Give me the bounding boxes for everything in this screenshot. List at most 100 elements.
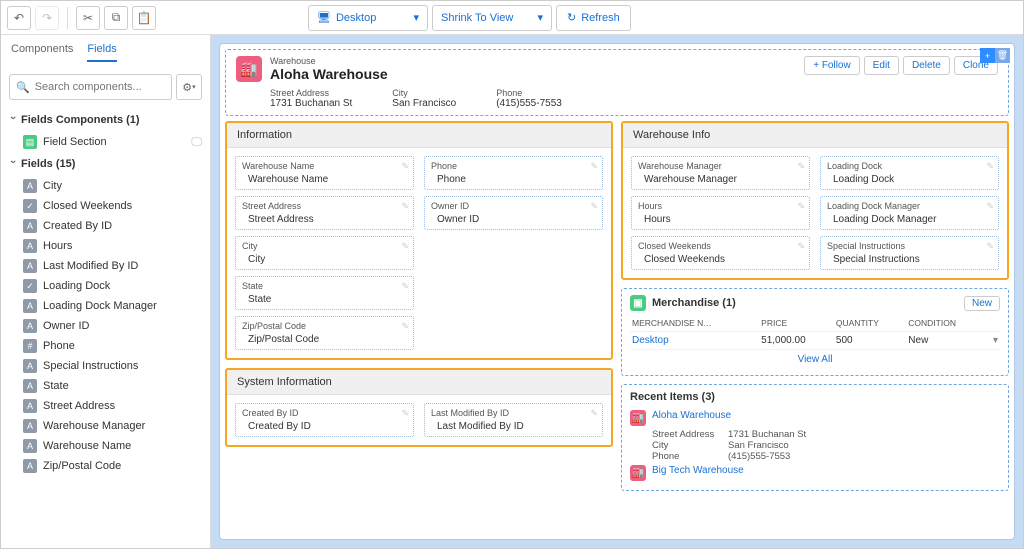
sidebar-field-hours[interactable]: AHours <box>9 236 202 256</box>
pencil-icon: ✎ <box>401 161 409 172</box>
field-type-icon: A <box>23 359 37 373</box>
field-type-icon: A <box>23 179 37 193</box>
table-row[interactable]: Desktop 51,000.00 500 New ▾ <box>630 332 1000 350</box>
chevron-down-icon: › <box>7 160 19 168</box>
field-last-modified-by-id[interactable]: Last Modified By IDLast Modified By ID✎ <box>424 403 603 437</box>
recent-items[interactable]: Recent Items (3) 🏭Aloha WarehouseStreet … <box>621 384 1009 491</box>
pencil-icon: ✎ <box>986 161 994 172</box>
tab-fields[interactable]: Fields <box>87 43 116 62</box>
merch-link[interactable]: Desktop <box>632 335 669 346</box>
merchandise-icon: ▣ <box>630 295 646 311</box>
field-warehouse-name[interactable]: Warehouse NameWarehouse Name✎ <box>235 156 414 190</box>
sidebar-field-loading-dock-manager[interactable]: ALoading Dock Manager <box>9 296 202 316</box>
chevron-down-icon: › <box>7 116 19 124</box>
field-type-icon: A <box>23 439 37 453</box>
new-button[interactable]: New <box>964 296 1000 311</box>
refresh-button[interactable]: ↻Refresh <box>556 5 631 31</box>
view-all-link[interactable]: View All <box>630 350 1000 369</box>
cut-button[interactable]: ✂ <box>76 6 100 30</box>
gear-button[interactable]: ⚙▾ <box>176 74 202 100</box>
section-warehouse-info[interactable]: Warehouse Info Warehouse ManagerWarehous… <box>621 121 1009 280</box>
delete-button[interactable]: Delete <box>903 56 950 75</box>
section-system-information[interactable]: System Information Created By IDCreated … <box>225 368 613 447</box>
sidebar-field-closed-weekends[interactable]: ✓Closed Weekends <box>9 196 202 216</box>
sidebar-field-city[interactable]: ACity <box>9 176 202 196</box>
search-input[interactable] <box>35 81 165 93</box>
follow-button[interactable]: + Follow <box>804 56 860 75</box>
sidebar-field-special-instructions[interactable]: ASpecial Instructions <box>9 356 202 376</box>
field-type-icon: # <box>23 339 37 353</box>
field-owner-id[interactable]: Owner IDOwner ID✎ <box>424 196 603 230</box>
field-loading-dock-manager[interactable]: Loading Dock ManagerLoading Dock Manager… <box>820 196 999 230</box>
field-type-icon: A <box>23 219 37 233</box>
field-hours[interactable]: HoursHours✎ <box>631 196 810 230</box>
field-type-icon: A <box>23 299 37 313</box>
section-information[interactable]: Information Warehouse NameWarehouse Name… <box>225 121 613 360</box>
warehouse-icon: 🏭 <box>630 410 646 426</box>
field-warehouse-manager[interactable]: Warehouse ManagerWarehouse Manager✎ <box>631 156 810 190</box>
pencil-icon: ✎ <box>401 201 409 212</box>
recent-item[interactable]: 🏭Big Tech Warehouse <box>630 462 1000 484</box>
component-delete-icon[interactable]: 🗑 <box>995 48 1010 63</box>
field-type-icon: A <box>23 419 37 433</box>
canvas-area: + 🗑 🏭 Warehouse Aloha Warehouse + Follow… <box>211 35 1023 548</box>
recent-link[interactable]: Big Tech Warehouse <box>652 465 744 481</box>
field-created-by-id[interactable]: Created By IDCreated By ID✎ <box>235 403 414 437</box>
field-street-address[interactable]: Street AddressStreet Address✎ <box>235 196 414 230</box>
group-field-components[interactable]: › Fields Components (1) <box>9 108 202 132</box>
refresh-icon: ↻ <box>567 11 576 24</box>
tab-components[interactable]: Components <box>11 43 73 62</box>
sidebar-field-warehouse-name[interactable]: AWarehouse Name <box>9 436 202 456</box>
group-fields[interactable]: › Fields (15) <box>9 152 202 176</box>
device-select[interactable]: 🖥Desktop ▾ <box>308 5 428 31</box>
undo-button[interactable]: ↶ <box>7 6 31 30</box>
sidebar-field-last-modified-by-id[interactable]: ALast Modified By ID <box>9 256 202 276</box>
section-icon: ▤ <box>23 135 37 149</box>
sidebar-field-warehouse-manager[interactable]: AWarehouse Manager <box>9 416 202 436</box>
zoom-select[interactable]: Shrink To View ▾ <box>432 5 552 31</box>
edit-button[interactable]: Edit <box>864 56 899 75</box>
field-type-icon: A <box>23 399 37 413</box>
field-city[interactable]: CityCity✎ <box>235 236 414 270</box>
sidebar-field-created-by-id[interactable]: ACreated By ID <box>9 216 202 236</box>
top-toolbar: ↶ ↷ ✂ ⧉ 📋 🖥Desktop ▾ Shrink To View ▾ ↻R… <box>1 1 1023 35</box>
chevron-down-icon: ▾ <box>413 11 419 24</box>
search-input-wrap[interactable]: 🔍 <box>9 74 172 100</box>
pencil-icon: ✎ <box>401 281 409 292</box>
sidebar-field-loading-dock[interactable]: ✓Loading Dock <box>9 276 202 296</box>
sidebar-field-owner-id[interactable]: AOwner ID <box>9 316 202 336</box>
field-type-icon: A <box>23 239 37 253</box>
field-loading-dock[interactable]: Loading DockLoading Dock✎ <box>820 156 999 190</box>
condition-dropdown[interactable]: ▾ <box>986 332 1000 350</box>
pencil-icon: ✎ <box>590 161 598 172</box>
sidebar-item-field-section[interactable]: ▤Field Section 🖵 <box>9 132 202 152</box>
record-header[interactable]: + 🗑 🏭 Warehouse Aloha Warehouse + Follow… <box>225 49 1009 116</box>
field-closed-weekends[interactable]: Closed WeekendsClosed Weekends✎ <box>631 236 810 270</box>
pencil-icon: ✎ <box>401 408 409 419</box>
pencil-icon: ✎ <box>401 241 409 252</box>
pencil-icon: ✎ <box>797 161 805 172</box>
paste-button[interactable]: 📋 <box>132 6 156 30</box>
redo-button[interactable]: ↷ <box>35 6 59 30</box>
recent-link[interactable]: Aloha Warehouse <box>652 410 731 426</box>
monitor-icon: 🖵 <box>191 136 202 149</box>
sidebar-field-street-address[interactable]: AStreet Address <box>9 396 202 416</box>
pencil-icon: ✎ <box>986 201 994 212</box>
sidebar-field-phone[interactable]: #Phone <box>9 336 202 356</box>
related-merchandise[interactable]: ▣Merchandise (1) New MERCHANDISE N…PRICE… <box>621 288 1009 376</box>
field-type-icon: A <box>23 319 37 333</box>
field-type-icon: A <box>23 379 37 393</box>
component-add-icon[interactable]: + <box>980 48 995 63</box>
recent-item[interactable]: 🏭 Aloha Warehouse <box>630 407 1000 429</box>
field-phone[interactable]: PhonePhone✎ <box>424 156 603 190</box>
field-type-icon: ✓ <box>23 279 37 293</box>
chevron-down-icon: ▾ <box>537 11 543 24</box>
field-zip-postal-code[interactable]: Zip/Postal CodeZip/Postal Code✎ <box>235 316 414 350</box>
pencil-icon: ✎ <box>797 241 805 252</box>
copy-button[interactable]: ⧉ <box>104 6 128 30</box>
sidebar-field-zip-postal-code[interactable]: AZip/Postal Code <box>9 456 202 476</box>
field-state[interactable]: StateState✎ <box>235 276 414 310</box>
field-special-instructions[interactable]: Special InstructionsSpecial Instructions… <box>820 236 999 270</box>
desktop-icon: 🖥 <box>317 11 331 24</box>
sidebar-field-state[interactable]: AState <box>9 376 202 396</box>
